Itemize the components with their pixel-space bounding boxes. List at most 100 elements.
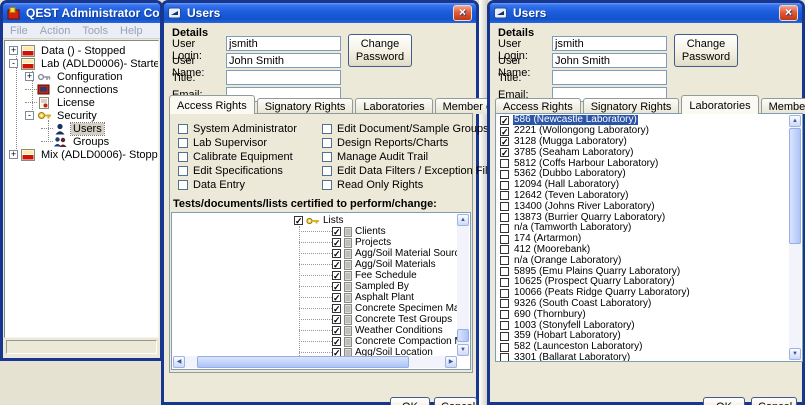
lab-item-label[interactable]: n/a (Tamworth Laboratory) bbox=[513, 223, 632, 233]
checkbox-582-launceston-laboratory[interactable] bbox=[500, 343, 509, 352]
checkbox-projects[interactable]: ✓ bbox=[332, 238, 341, 247]
lab-item-label[interactable]: 3785 (Seaham Laboratory) bbox=[513, 148, 635, 158]
expander-icon[interactable]: + bbox=[25, 72, 34, 81]
tab-laboratories[interactable]: Laboratories bbox=[355, 98, 432, 114]
checkbox-concrete-test-groups[interactable]: ✓ bbox=[332, 315, 341, 324]
tree-item-license[interactable]: License bbox=[5, 96, 158, 109]
lab-item-n-a-tamworth-laboratory[interactable]: n/a (Tamworth Laboratory) bbox=[497, 223, 789, 234]
cert-item-agg-soil-materials[interactable]: ✓Agg/Soil Materials bbox=[172, 259, 458, 270]
expander-icon[interactable]: - bbox=[9, 59, 18, 68]
checkbox-12094-hall-laboratory[interactable] bbox=[500, 181, 509, 190]
cert-item-asphalt-plant[interactable]: ✓ Asphalt Plant bbox=[172, 292, 458, 303]
lab-item-label[interactable]: 582 (Launceston Laboratory) bbox=[513, 342, 643, 352]
lab-item-12642-teven-laboratory[interactable]: 12642 (Teven Laboratory) bbox=[497, 191, 789, 202]
cert-item-label[interactable]: Concrete Test Groups bbox=[355, 314, 452, 325]
scroll-down-arrow[interactable]: ▼ bbox=[457, 344, 469, 356]
cancel-button[interactable]: Cancel bbox=[434, 397, 477, 405]
tree-item-label[interactable]: Connections bbox=[55, 84, 120, 96]
cert-item-label[interactable]: Agg/Soil Material Source bbox=[355, 248, 458, 259]
cert-item-agg-soil-material-source[interactable]: ✓ Agg/Soil Material Source bbox=[172, 248, 458, 259]
expander-icon[interactable]: + bbox=[9, 46, 18, 55]
lab-item-2221-wollongong-laboratory[interactable]: ✓2221 (Wollongong Laboratory) bbox=[497, 126, 789, 137]
scrollbar-thumb[interactable] bbox=[789, 128, 801, 244]
checkbox-13873-burrier-quarry-laboratory[interactable] bbox=[500, 213, 509, 222]
scroll-right-arrow[interactable]: ▶ bbox=[445, 356, 457, 368]
scroll-left-arrow[interactable]: ◀ bbox=[173, 356, 185, 368]
lab-item-586-newcastle-laboratory[interactable]: ✓ 586 (Newcastle Laboratory) bbox=[497, 115, 789, 126]
title-field[interactable] bbox=[226, 70, 341, 85]
title-field[interactable] bbox=[552, 70, 667, 85]
checkbox-lists[interactable]: ✓ bbox=[294, 216, 303, 225]
checkbox-690-thornbury[interactable] bbox=[500, 310, 509, 319]
lab-item-n-a-orange-laboratory[interactable]: n/a (Orange Laboratory) bbox=[497, 255, 789, 266]
cert-root-label[interactable]: Lists bbox=[323, 215, 344, 226]
lab-item-3128-mugga-laboratory[interactable]: ✓3128 (Mugga Laboratory) bbox=[497, 137, 789, 148]
checkbox-13400-johns-river-laboratory[interactable] bbox=[500, 202, 509, 211]
cert-item-sampled-by[interactable]: ✓Sampled By bbox=[172, 281, 458, 292]
ok-button[interactable]: OK bbox=[390, 397, 430, 405]
change-password-button[interactable]: Change Password bbox=[348, 34, 412, 67]
lab-item-label[interactable]: 9326 (South Coast Laboratory) bbox=[513, 299, 652, 309]
lab-item-359-hobart-laboratory[interactable]: 359 (Hobart Laboratory) bbox=[497, 331, 789, 342]
checkbox-586-newcastle-laboratory[interactable]: ✓ bbox=[500, 116, 509, 125]
tree-item-label[interactable]: Mix (ADLD0006)- Stopped bbox=[39, 149, 159, 161]
lab-item-label[interactable]: 359 (Hobart Laboratory) bbox=[513, 331, 622, 341]
scroll-up-arrow[interactable]: ▲ bbox=[789, 115, 801, 127]
lab-item-label[interactable]: 586 (Newcastle Laboratory) bbox=[513, 115, 638, 125]
lab-item-label[interactable]: 10625 (Prospect Quarry Laboratory) bbox=[513, 277, 676, 287]
menu-item-help[interactable]: Help bbox=[120, 25, 143, 37]
checkbox-manage-audit-trail[interactable] bbox=[322, 152, 332, 162]
cert-item-fee-schedule[interactable]: ✓Fee Schedule bbox=[172, 270, 458, 281]
checkbox-agg-soil-material-source[interactable]: ✓ bbox=[332, 249, 341, 258]
lab-item-10625-prospect-quarry-laboratory[interactable]: 10625 (Prospect Quarry Laboratory) bbox=[497, 277, 789, 288]
tree-item-label[interactable]: Lab (ADLD0006)- Started bbox=[39, 58, 159, 70]
user-name-field[interactable] bbox=[552, 53, 667, 68]
lab-item-1003-stonyfell-laboratory[interactable]: 1003 (Stonyfell Laboratory) bbox=[497, 320, 789, 331]
tree-item-connections[interactable]: Connections bbox=[5, 83, 158, 96]
cert-item-label[interactable]: Agg/Soil Materials bbox=[355, 259, 436, 270]
lab-item-label[interactable]: 10066 (Peats Ridge Quarry Laboratory) bbox=[513, 288, 691, 298]
checkbox-5895-emu-plains-quarry-laboratory[interactable] bbox=[500, 267, 509, 276]
expander-icon[interactable]: - bbox=[25, 111, 34, 120]
cert-item-label[interactable]: Weather Conditions bbox=[355, 325, 443, 336]
checkbox-data-entry[interactable] bbox=[178, 180, 188, 190]
tree-item-data-stopped[interactable]: +Data () - Stopped bbox=[5, 44, 158, 57]
cert-item-label[interactable]: Fee Schedule bbox=[355, 270, 417, 281]
cert-tree-root[interactable]: ✓ Lists bbox=[172, 215, 458, 226]
checkbox-12642-teven-laboratory[interactable] bbox=[500, 191, 509, 200]
lab-item-label[interactable]: 3128 (Mugga Laboratory) bbox=[513, 137, 628, 147]
lab-item-3301-ballarat-laboratory[interactable]: 3301 (Ballarat Laboratory) bbox=[497, 353, 789, 361]
lab-item-label[interactable]: 174 (Artarmon) bbox=[513, 234, 582, 244]
checkbox-design-reports-charts[interactable] bbox=[322, 138, 332, 148]
vertical-scrollbar[interactable]: ▲ ▼ bbox=[457, 214, 469, 356]
lab-item-13400-johns-river-laboratory[interactable]: 13400 (Johns River Laboratory) bbox=[497, 201, 789, 212]
cert-item-label[interactable]: Concrete Compaction Method bbox=[355, 336, 458, 347]
close-icon[interactable]: × bbox=[453, 5, 472, 21]
checkbox-clients[interactable]: ✓ bbox=[332, 227, 341, 236]
tree-item-label[interactable]: Groups bbox=[71, 136, 111, 148]
checkbox-10066-peats-ridge-quarry-laboratory[interactable] bbox=[500, 289, 509, 298]
dialog-titlebar[interactable]: Users × bbox=[164, 3, 476, 23]
user-login-field[interactable] bbox=[552, 36, 667, 51]
checkbox-10625-prospect-quarry-laboratory[interactable] bbox=[500, 278, 509, 287]
tree-item-label[interactable]: Configuration bbox=[55, 71, 124, 83]
lab-item-label[interactable]: 12094 (Hall Laboratory) bbox=[513, 180, 620, 190]
checkbox-359-hobart-laboratory[interactable] bbox=[500, 332, 509, 341]
lab-item-label[interactable]: 5812 (Coffs Harbour Laboratory) bbox=[513, 159, 659, 169]
cert-item-concrete-specimen-marks[interactable]: ✓Concrete Specimen Marks bbox=[172, 303, 458, 314]
tree-item-users[interactable]: Users bbox=[5, 122, 158, 135]
checkbox-n-a-tamworth-laboratory[interactable] bbox=[500, 224, 509, 233]
user-login-field[interactable] bbox=[226, 36, 341, 51]
checkbox-system-administrator[interactable] bbox=[178, 124, 188, 134]
lab-item-label[interactable]: 12642 (Teven Laboratory) bbox=[513, 191, 630, 201]
lab-item-label[interactable]: 5895 (Emu Plains Quarry Laboratory) bbox=[513, 267, 681, 277]
lab-item-690-thornbury[interactable]: 690 (Thornbury) bbox=[497, 309, 789, 320]
checkbox-asphalt-plant[interactable]: ✓ bbox=[332, 293, 341, 302]
checkbox-174-artarmon[interactable] bbox=[500, 235, 509, 244]
ok-button[interactable]: OK bbox=[703, 397, 745, 405]
lab-item-13873-burrier-quarry-laboratory[interactable]: 13873 (Burrier Quarry Laboratory) bbox=[497, 212, 789, 223]
scroll-down-arrow[interactable]: ▼ bbox=[789, 348, 801, 360]
checkbox-edit-specifications[interactable] bbox=[178, 166, 188, 176]
tree-item-configuration[interactable]: + Configuration bbox=[5, 70, 158, 83]
cert-item-label[interactable]: Asphalt Plant bbox=[355, 292, 414, 303]
